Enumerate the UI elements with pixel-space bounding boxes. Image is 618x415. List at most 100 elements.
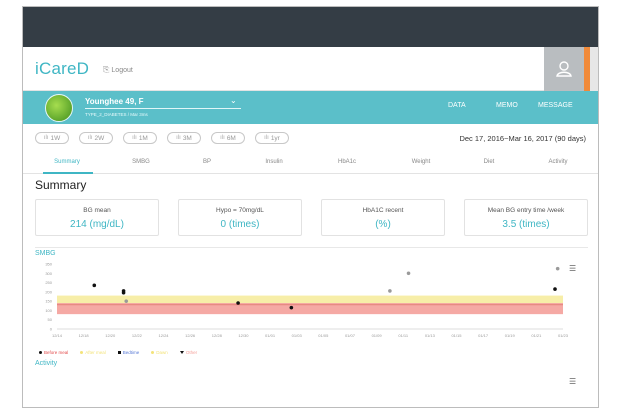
legend-item[interactable]: After meal	[80, 350, 106, 355]
app-header: iCareD ⎘ Logout	[23, 47, 598, 91]
data-point	[406, 271, 411, 276]
bar-chart-icon: ılı	[132, 135, 137, 141]
period-label: 2W	[94, 134, 105, 142]
data-point	[124, 299, 129, 303]
logout-label: Logout	[111, 66, 133, 74]
smbg-chart: 350 300 250 200 150 100 50 012/14 12/18 12/20 12/2…	[45, 262, 569, 339]
x-tick-label: 01/13	[425, 333, 436, 338]
x-tick-label: 01/05	[318, 333, 329, 338]
legend-label: Other	[185, 350, 198, 355]
period-1w-button[interactable]: ılı 1W	[35, 132, 69, 144]
period-label: 3M	[182, 134, 192, 142]
legend-item[interactable]: Dawn	[151, 350, 168, 355]
period-label: 1yr	[270, 134, 280, 142]
data-point	[121, 290, 126, 295]
period-1m-button[interactable]: ılı 1M	[123, 132, 157, 144]
summary-card-hypo: Hypo = 70mg/dL 0 (times)	[178, 199, 302, 236]
data-point	[388, 289, 392, 293]
legend-marker	[151, 351, 155, 354]
x-tick-label: 01/23	[558, 333, 569, 338]
legend-item[interactable]: Before meal	[39, 350, 68, 355]
y-tick-label: 150	[45, 299, 52, 304]
tab-bp[interactable]: BP	[203, 159, 211, 165]
bar-chart-icon: ılı	[176, 135, 181, 141]
user-icon	[556, 61, 572, 77]
chart-menu-icon[interactable]: ☰	[569, 265, 576, 273]
patient-select-underline	[85, 108, 241, 109]
logout-icon: ⎘	[103, 65, 110, 74]
card-label: HbA1C recent	[362, 207, 404, 214]
period-6m-button[interactable]: ılı 6M	[211, 132, 245, 144]
bar-chart-icon: ılı	[43, 135, 49, 141]
data-point	[92, 283, 97, 288]
tab-smbg[interactable]: SMBG	[132, 159, 150, 165]
tab-hba1c[interactable]: HbA1c	[338, 159, 356, 165]
activity-section-title: Activity	[35, 360, 58, 367]
legend-label: Dawn	[156, 350, 168, 355]
activity-menu-icon[interactable]: ☰	[569, 378, 576, 386]
legend-marker	[80, 351, 84, 354]
x-tick-label: 01/17	[478, 333, 489, 338]
x-tick-label: 01/21	[531, 333, 542, 338]
nav-data[interactable]: DATA	[448, 102, 466, 109]
active-tab-indicator	[43, 172, 93, 174]
tab-weight[interactable]: Weight	[412, 159, 431, 165]
card-value: 0 (times)	[220, 219, 260, 230]
tab-summary[interactable]: Summary	[54, 159, 80, 165]
tab-bar: Summary SMBG BP Insulin HbA1c Weight Die…	[23, 152, 598, 174]
nav-memo[interactable]: MEMO	[496, 102, 518, 109]
y-tick-label: 100	[45, 308, 52, 313]
y-tick-label: 200	[45, 289, 52, 294]
data-point	[553, 287, 557, 291]
card-label: BG mean	[83, 207, 111, 214]
smbg-section-title: SMBG	[35, 250, 56, 257]
x-tick-label: 01/01	[265, 333, 276, 338]
legend-item[interactable]: Bedtime	[117, 350, 140, 355]
date-range: Dec 17, 2016~Mar 16, 2017 (90 days)	[459, 134, 586, 143]
x-tick-label: 12/18	[79, 333, 90, 338]
chevron-down-icon[interactable]: ⌄	[230, 96, 237, 105]
tab-diet[interactable]: Diet	[484, 159, 495, 165]
card-value: 3.5 (times)	[502, 219, 550, 230]
tab-activity[interactable]: Activity	[548, 159, 567, 165]
y-tick-label: 300	[45, 271, 52, 276]
legend-marker	[179, 351, 184, 354]
y-tick-label: 0	[50, 327, 53, 332]
period-label: 1M	[138, 134, 148, 142]
period-1yr-button[interactable]: ılı 1yr	[255, 132, 289, 144]
period-3m-button[interactable]: ılı 3M	[167, 132, 201, 144]
x-tick-label: 12/28	[212, 333, 223, 338]
profile-button[interactable]	[544, 47, 584, 91]
data-point	[289, 305, 294, 310]
app-logo[interactable]: iCareD	[35, 59, 89, 79]
summary-title: Summary	[35, 178, 87, 192]
x-tick-label: 01/09	[372, 333, 383, 338]
tab-insulin[interactable]: Insulin	[265, 159, 282, 165]
summary-card-hba1c: HbA1C recent (%)	[321, 199, 445, 236]
x-tick-label: 01/15	[451, 333, 462, 338]
bar-chart-icon: ılı	[87, 135, 93, 141]
card-value: (%)	[375, 219, 391, 230]
x-tick-label: 12/14	[52, 333, 63, 338]
card-value: 214 (mg/dL)	[70, 219, 124, 230]
legend-item[interactable]: Other	[179, 350, 198, 355]
legend-marker	[117, 351, 121, 354]
nav-message[interactable]: MESSAGE	[538, 102, 573, 109]
x-tick-label: 12/26	[185, 333, 196, 338]
x-tick-label: 01/03	[292, 333, 303, 338]
x-tick-label: 01/19	[505, 333, 516, 338]
side-strip	[590, 47, 598, 91]
y-tick-label: 350	[45, 262, 52, 267]
bar-chart-icon: ılı	[220, 135, 225, 141]
x-tick-label: 12/20	[105, 333, 116, 338]
summary-card-bg-mean: BG mean 214 (mg/dL)	[35, 199, 159, 236]
card-label: Mean BG entry time /week	[487, 207, 565, 214]
logout-button[interactable]: ⎘ Logout	[103, 65, 133, 75]
period-2w-button[interactable]: ılı 2W	[79, 132, 113, 144]
patient-name[interactable]: Younghee 49, F	[85, 97, 144, 106]
divider	[35, 247, 588, 248]
legend-marker	[39, 351, 42, 354]
data-point	[236, 301, 240, 305]
patient-avatar	[45, 94, 73, 122]
legend-label: Bedtime	[122, 350, 140, 355]
